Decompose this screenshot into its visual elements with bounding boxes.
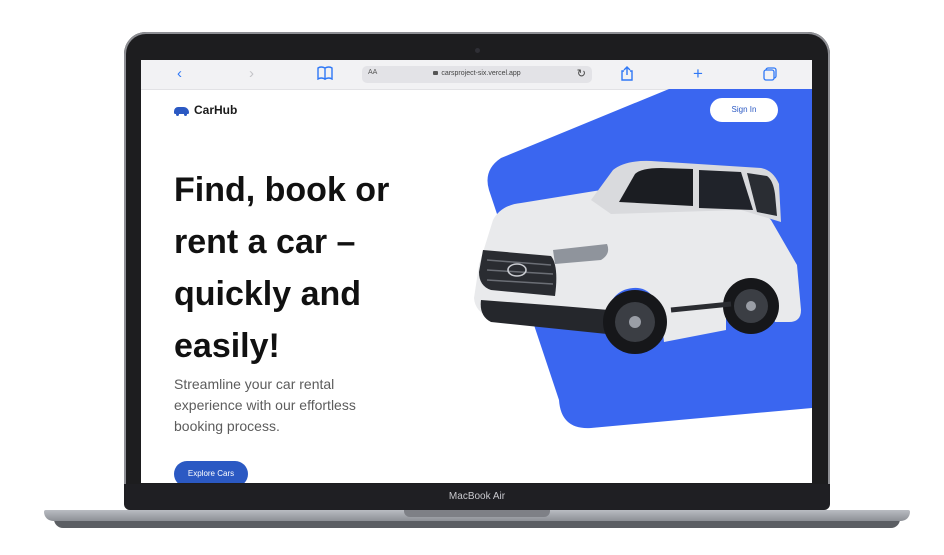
laptop-notch — [404, 510, 550, 517]
car-logo-icon — [174, 106, 189, 116]
camera — [475, 48, 480, 53]
screen: ‹ › AA carsproject-six.vercel.app ↻ + Ca… — [141, 60, 812, 483]
device-label: MacBook Air — [448, 491, 506, 502]
explore-cars-button[interactable]: Explore Cars — [174, 461, 248, 483]
hero-title: Find, book or rent a car – quickly and e… — [174, 171, 390, 365]
laptop-chin: MacBook Air — [124, 484, 830, 510]
logo[interactable]: CarHub — [174, 103, 237, 117]
sign-in-button[interactable]: Sign In — [710, 98, 778, 122]
hero-subtitle: Streamline your car rental experience wi… — [174, 376, 356, 434]
logo-text: CarHub — [194, 103, 238, 117]
